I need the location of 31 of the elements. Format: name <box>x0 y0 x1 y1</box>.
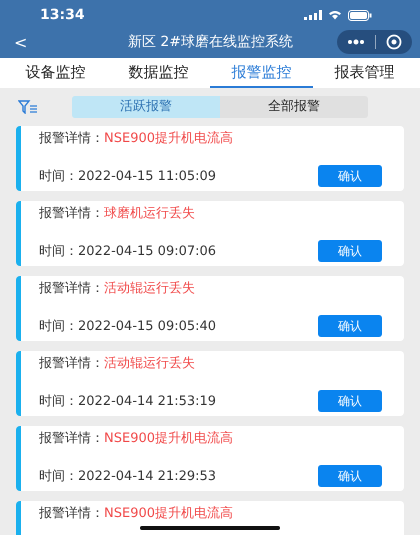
capsule-menu[interactable] <box>337 30 412 54</box>
signal-icon <box>304 10 322 20</box>
alarm-time: 时间：2022-04-15 11:05:09 <box>39 168 216 185</box>
alarm-time: 时间：2022-04-15 09:07:06 <box>39 243 216 260</box>
alarm-detail: 报警详情：活动辊运行丢失 <box>39 356 195 371</box>
alarm-detail: 报警详情：球磨机运行丢失 <box>39 206 195 221</box>
alarm-time: 时间：2022-04-15 09:05:40 <box>39 318 216 335</box>
tab[interactable]: 报表管理 <box>313 58 416 88</box>
alarm-detail: 报警详情：NSE900提升机电流高 <box>39 431 234 446</box>
battery-icon <box>348 10 372 20</box>
alarm-detail: 报警详情：活动辊运行丢失 <box>39 281 195 296</box>
segment-tab[interactable]: 全部报警 <box>220 96 368 118</box>
confirm-button[interactable]: 确认 <box>318 165 382 187</box>
confirm-button[interactable]: 确认 <box>318 315 382 337</box>
tab[interactable]: 报警监控 <box>210 58 313 88</box>
wifi-icon <box>328 10 342 20</box>
confirm-button[interactable]: 确认 <box>318 465 382 487</box>
back-button[interactable]: < <box>14 32 44 52</box>
confirm-button[interactable]: 确认 <box>318 240 382 262</box>
more-icon[interactable] <box>347 39 365 45</box>
segment-tab[interactable]: 活跃报警 <box>72 96 220 118</box>
tab[interactable]: 设备监控 <box>4 58 107 88</box>
alarm-time: 时间：2022-04-14 21:29:53 <box>39 468 216 485</box>
tab[interactable]: 数据监控 <box>107 58 210 88</box>
alarm-time: 时间：2022-04-14 21:53:19 <box>39 393 216 410</box>
window-title: 新区 2#球磨在线监控系统 <box>126 33 294 51</box>
alarm-detail: 报警详情：NSE900提升机电流高 <box>39 506 234 521</box>
confirm-button[interactable]: 确认 <box>318 390 382 412</box>
alarm-detail: 报警详情：NSE900提升机电流高 <box>39 131 234 146</box>
filter-icon[interactable] <box>18 100 38 114</box>
status-time: 13:34 <box>40 7 85 23</box>
